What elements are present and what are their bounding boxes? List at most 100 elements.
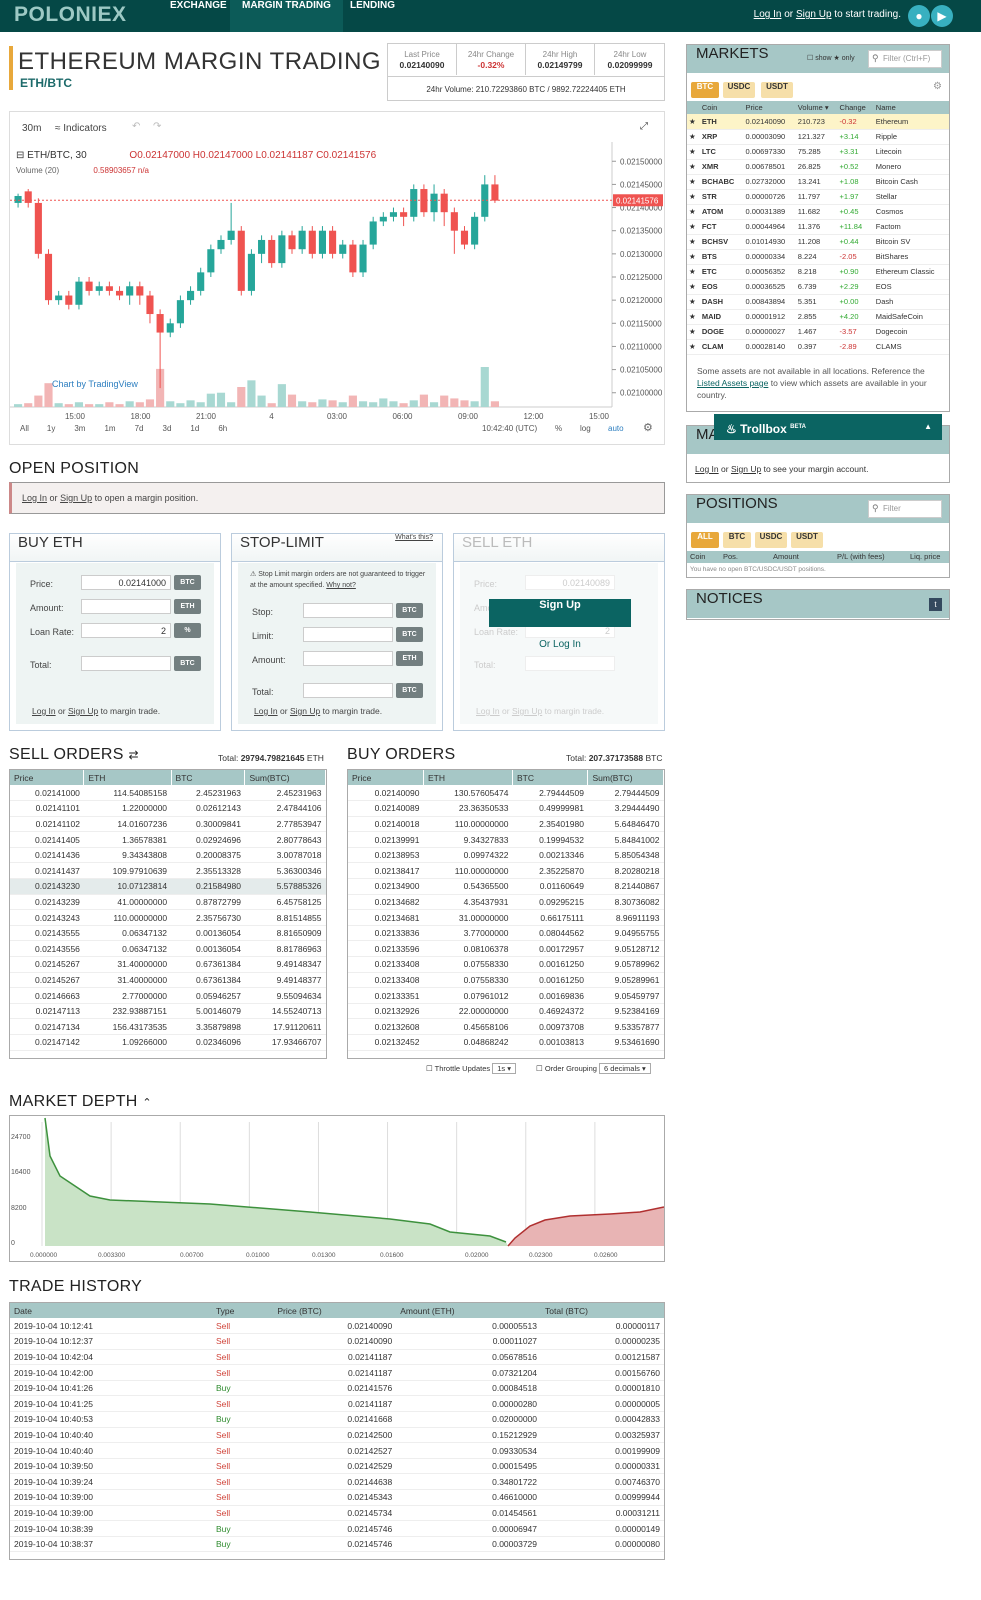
why-not-link[interactable]: Why not? bbox=[326, 582, 356, 589]
market-row[interactable]: ★ BCHABC 0.02732000 13.241 +1.08 Bitcoin Cash bbox=[687, 174, 949, 190]
nav-lending[interactable]: LENDING bbox=[338, 0, 407, 32]
range-3m[interactable]: 3m bbox=[74, 424, 85, 433]
market-row[interactable]: ★ LTC 0.00697330 75.285 +3.31 Litecoin bbox=[687, 144, 949, 160]
stop-input[interactable] bbox=[303, 603, 393, 618]
order-row[interactable]: 0.02139991 9.34327833 0.19994532 5.84841002 bbox=[348, 831, 664, 848]
order-row[interactable]: 0.02140090 130.57605474 2.79444509 2.794445… bbox=[348, 785, 664, 802]
chart-settings-icon[interactable]: ⚙ bbox=[643, 421, 653, 434]
show-starred-toggle[interactable]: ☐ show ★ only bbox=[807, 54, 855, 62]
order-row[interactable]: 0.02141436 9.34343808 0.20008375 3.00787018 bbox=[10, 847, 326, 864]
star-icon[interactable]: ★ bbox=[687, 249, 700, 265]
order-row[interactable]: 0.02146663 2.77000000 0.05946257 9.55094634 bbox=[10, 987, 326, 1004]
market-row[interactable]: ★ ETC 0.00056352 8.218 +0.90 Ethereum Classic bbox=[687, 264, 949, 280]
login-link[interactable]: Log In bbox=[254, 706, 278, 716]
market-depth-chart[interactable]: 24700 16400 8200 0 0.000000 0.003300 0.00700 0.… bbox=[9, 1115, 665, 1262]
log-toggle[interactable]: log bbox=[580, 424, 591, 433]
order-row[interactable]: 0.02140089 23.36350533 0.49999981 3.2944449… bbox=[348, 800, 664, 817]
percent-toggle[interactable]: % bbox=[555, 424, 562, 433]
twitter-icon[interactable]: t bbox=[929, 598, 942, 611]
order-row[interactable]: 0.02133596 0.08106378 0.00172957 9.05128712 bbox=[348, 940, 664, 958]
signup-link[interactable]: Sign Up bbox=[68, 706, 98, 716]
sell-orders-table[interactable]: Price ETH BTC Sum(BTC) 0.02141000 114.5408515… bbox=[9, 769, 327, 1059]
signup-link[interactable]: Sign Up bbox=[290, 706, 320, 716]
expand-caret-icon[interactable]: ▲ bbox=[924, 414, 932, 440]
order-row[interactable]: 0.02143556 0.06347132 0.00136054 8.81786963 bbox=[10, 940, 326, 958]
order-row[interactable]: 0.02134900 0.54365500 0.01160649 8.21440867 bbox=[348, 878, 664, 895]
star-icon[interactable]: ★ bbox=[687, 294, 700, 310]
star-icon[interactable]: ★ bbox=[687, 219, 700, 235]
order-row[interactable]: 0.02141405 1.36578381 0.02924696 2.80778643 bbox=[10, 831, 326, 848]
market-tab-usdt[interactable]: USDT bbox=[761, 82, 793, 98]
swap-icon[interactable]: ⇄ bbox=[129, 748, 139, 762]
order-row[interactable]: 0.02141101 1.22000000 0.02612143 2.47844106 bbox=[10, 800, 326, 817]
order-row[interactable]: 0.02132926 22.00000000 0.46924372 9.5238416… bbox=[348, 1003, 664, 1020]
order-row[interactable]: 0.02133408 0.07558330 0.00161250 9.05289961 bbox=[348, 972, 664, 989]
star-icon[interactable]: ★ bbox=[687, 159, 700, 175]
apple-icon[interactable]: ● bbox=[908, 5, 930, 27]
range-7d[interactable]: 7d bbox=[135, 424, 144, 433]
order-row[interactable]: 0.02143230 10.07123814 0.21584980 5.5788532… bbox=[10, 878, 326, 895]
market-row[interactable]: ★ CLAM 0.00028140 0.397 -2.89 CLAMS bbox=[687, 339, 949, 355]
star-icon[interactable]: ★ bbox=[687, 129, 700, 145]
markets-table[interactable]: Coin Price Volume ▾ Change Name ★ ETH 0.0214009… bbox=[687, 101, 949, 355]
login-link[interactable]: Log In bbox=[22, 493, 47, 503]
order-row[interactable]: 0.02138417 110.00000000 2.35225870 8.202802… bbox=[348, 862, 664, 880]
range-6h[interactable]: 6h bbox=[218, 424, 227, 433]
order-row[interactable]: 0.02140018 110.00000000 2.35401980 5.648464… bbox=[348, 816, 664, 833]
star-icon[interactable]: ★ bbox=[687, 264, 700, 280]
market-row[interactable]: ★ ETH 0.02140090 210.723 -0.32 Ethereum bbox=[687, 114, 949, 130]
login-link[interactable]: Log In bbox=[754, 9, 782, 20]
star-icon[interactable]: ★ bbox=[687, 144, 700, 160]
position-tab-usdt[interactable]: USDT bbox=[791, 532, 823, 548]
market-tab-btc[interactable]: BTC bbox=[691, 82, 719, 98]
market-row[interactable]: ★ DASH 0.00843894 5.351 +0.00 Dash bbox=[687, 294, 949, 310]
order-row[interactable]: 0.02143243 110.00000000 2.35756730 8.815148… bbox=[10, 909, 326, 926]
auto-toggle[interactable]: auto bbox=[608, 424, 624, 433]
buy-orders-table[interactable]: Price ETH BTC Sum(BTC) 0.02140090 130.5760547… bbox=[347, 769, 665, 1059]
order-row[interactable]: 0.02147134 156.43173535 3.35879898 17.91120… bbox=[10, 1018, 326, 1035]
order-row[interactable]: 0.02138953 0.09974322 0.00213346 5.85054348 bbox=[348, 847, 664, 864]
order-row[interactable]: 0.02145267 31.40000000 0.67361384 9.4914837… bbox=[10, 972, 326, 989]
star-icon[interactable]: ★ bbox=[687, 204, 700, 220]
limit-input[interactable] bbox=[303, 627, 393, 642]
throttle-control[interactable]: ☐ Throttle Updates 1s ▾ bbox=[426, 1063, 516, 1074]
order-row[interactable]: 0.02132608 0.45658106 0.00973708 9.53357877 bbox=[348, 1018, 664, 1035]
position-tab-usdc[interactable]: USDC bbox=[755, 532, 787, 548]
order-row[interactable]: 0.02133836 3.77000000 0.08044562 9.04955755 bbox=[348, 925, 664, 942]
star-icon[interactable]: ★ bbox=[687, 189, 700, 205]
order-row[interactable]: 0.02133408 0.07558330 0.00161250 9.05789962 bbox=[348, 956, 664, 973]
loan-rate-input[interactable]: 2 bbox=[81, 623, 171, 638]
order-row[interactable]: 0.02141102 14.01607236 0.30009841 2.7785394… bbox=[10, 816, 326, 833]
tradingview-credit[interactable]: Chart by TradingView bbox=[52, 379, 138, 389]
order-row[interactable]: 0.02147113 232.93887151 5.00146079 14.55240… bbox=[10, 1003, 326, 1020]
signup-link[interactable]: Sign Up bbox=[60, 493, 92, 503]
range-3d[interactable]: 3d bbox=[163, 424, 172, 433]
range-1d[interactable]: 1d bbox=[190, 424, 199, 433]
star-icon[interactable]: ★ bbox=[687, 174, 700, 190]
login-link[interactable]: Log In bbox=[32, 706, 56, 716]
or-login-link[interactable]: Or Log In bbox=[460, 639, 660, 650]
login-link[interactable]: Log In bbox=[695, 464, 719, 474]
markets-filter-input[interactable]: Filter (Ctrl+F) bbox=[868, 50, 942, 68]
signup-link[interactable]: Sign Up bbox=[796, 9, 832, 20]
range-1y[interactable]: 1y bbox=[47, 424, 55, 433]
amount-input[interactable] bbox=[303, 651, 393, 666]
markets-settings-icon[interactable]: ⚙ bbox=[933, 81, 942, 92]
market-row[interactable]: ★ ATOM 0.00031389 11.682 +0.45 Cosmos bbox=[687, 204, 949, 220]
range-All[interactable]: All bbox=[20, 424, 29, 433]
market-row[interactable]: ★ DOGE 0.00000027 1.467 -3.57 Dogecoin bbox=[687, 324, 949, 340]
order-row[interactable]: 0.02143239 41.00000000 0.87872799 6.4575812… bbox=[10, 894, 326, 911]
whats-this-link[interactable]: What's this? bbox=[395, 534, 433, 541]
total-input[interactable] bbox=[303, 683, 393, 698]
price-input[interactable]: 0.02141000 bbox=[81, 575, 171, 590]
star-icon[interactable]: ★ bbox=[687, 339, 700, 355]
amount-input[interactable] bbox=[81, 599, 171, 614]
grouping-control[interactable]: ☐ Order Grouping 6 decimals ▾ bbox=[536, 1063, 651, 1074]
nav-margin-trading[interactable]: MARGIN TRADING bbox=[230, 0, 343, 32]
star-icon[interactable]: ★ bbox=[687, 324, 700, 340]
order-row[interactable]: 0.02143555 0.06347132 0.00136054 8.81650909 bbox=[10, 925, 326, 942]
star-icon[interactable]: ★ bbox=[687, 234, 700, 250]
market-row[interactable]: ★ BTS 0.00000334 8.224 -2.05 BitShares bbox=[687, 249, 949, 265]
total-input[interactable] bbox=[81, 656, 171, 671]
order-row[interactable]: 0.02134682 4.35437931 0.09295215 8.30736082 bbox=[348, 894, 664, 911]
